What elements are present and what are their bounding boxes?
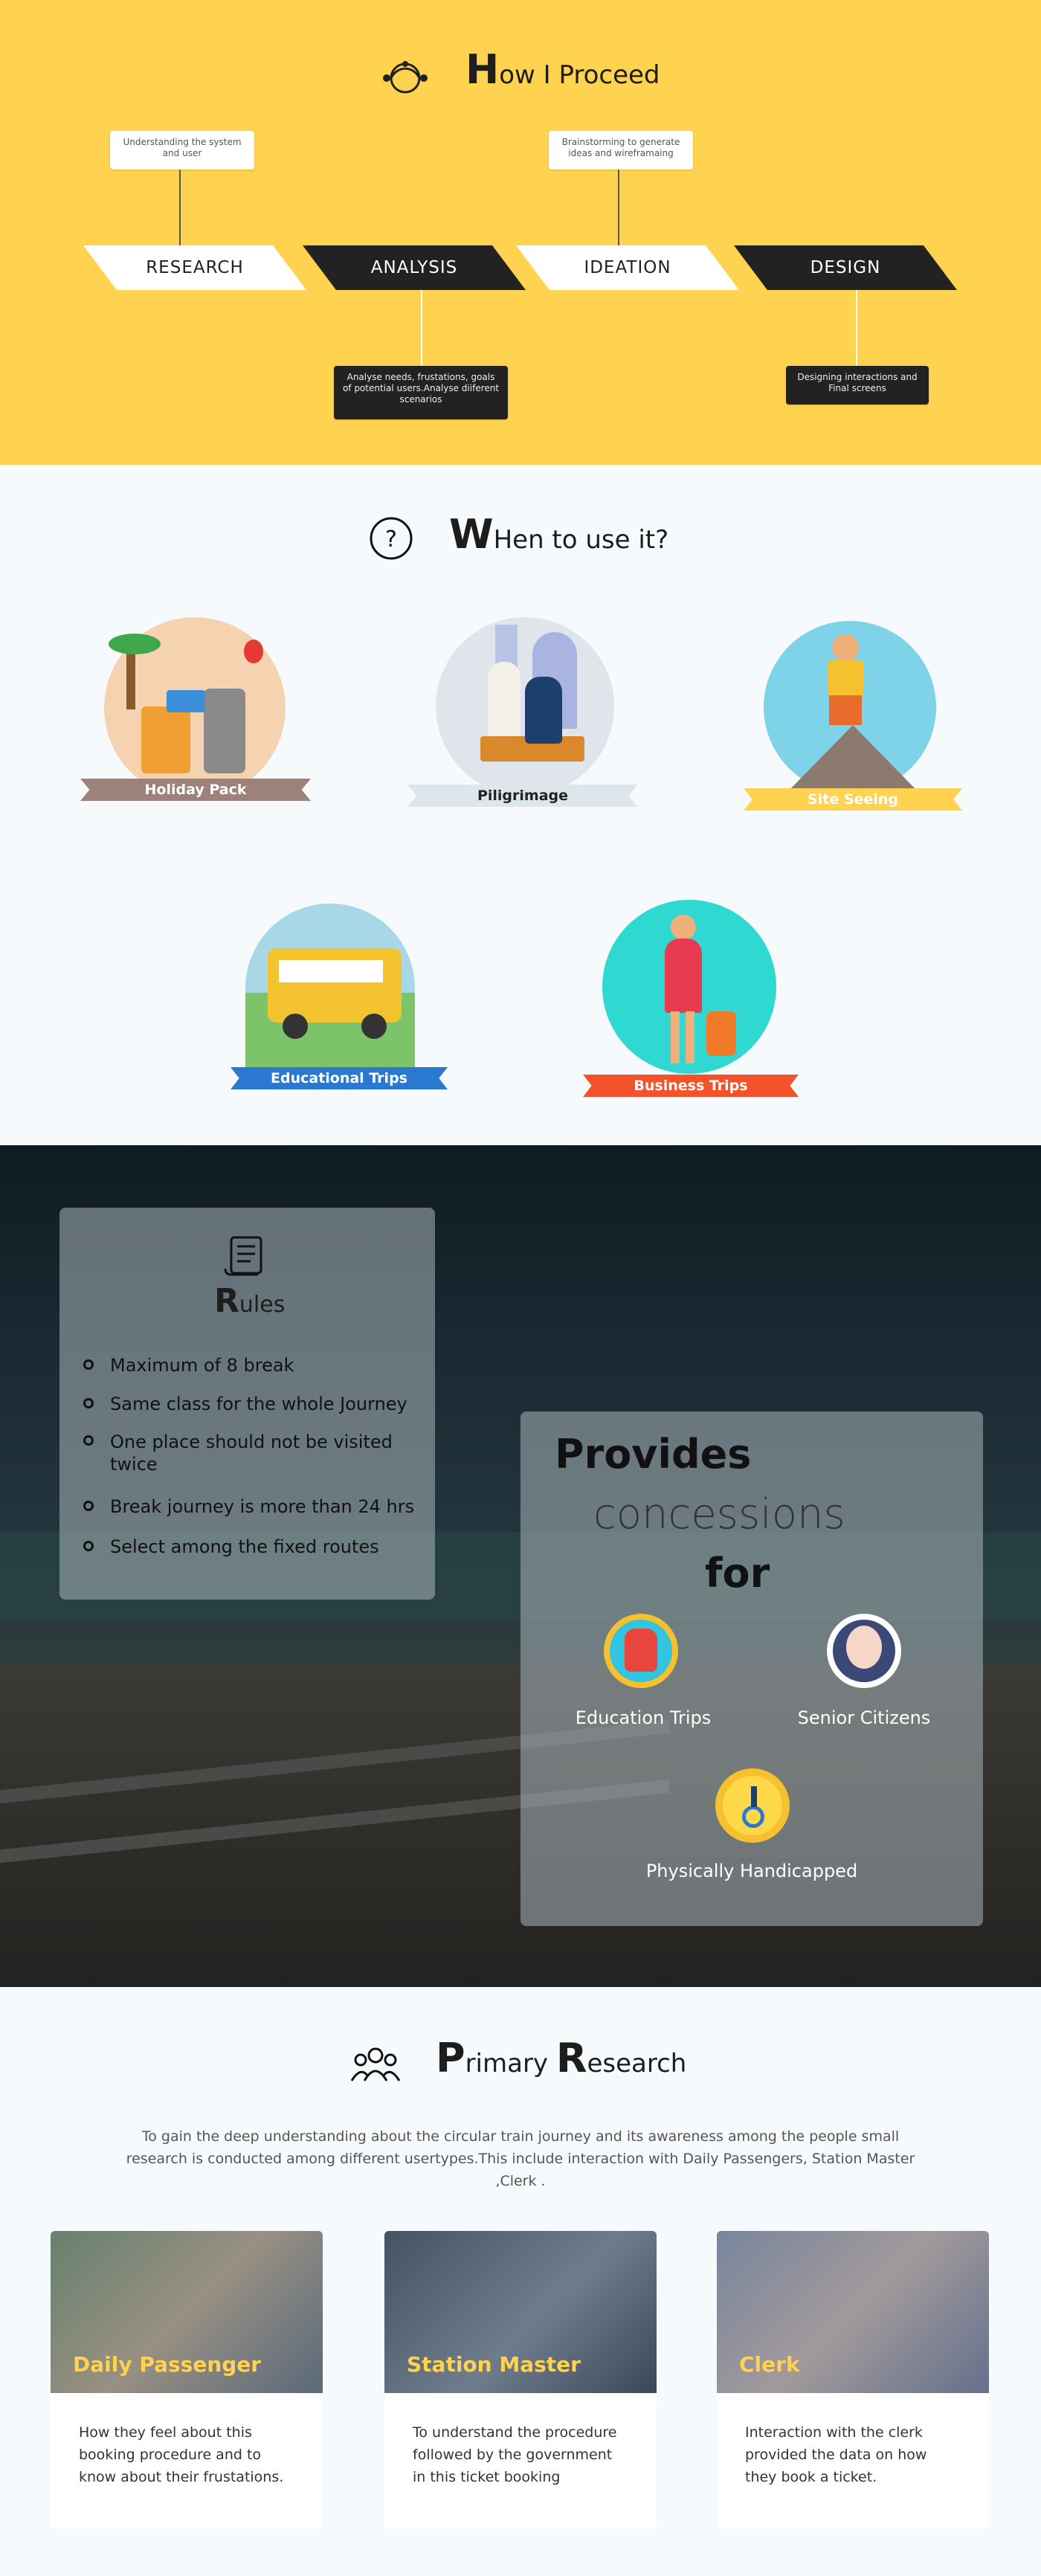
pilgrimage-label: Piligrimage (407, 785, 638, 807)
when-title: WHen to use it? (449, 511, 669, 558)
process-icon (383, 61, 428, 94)
rule-item: Select among the fixed routes (83, 1536, 379, 1557)
elderly-icon (827, 1614, 901, 1688)
card-text: How they feel about this booking procedu… (79, 2424, 284, 2485)
step-design: DESIGN (734, 245, 957, 290)
clerk-photo: Clerk (717, 2231, 989, 2393)
concessions-panel: Provides concessions for Education Trips… (520, 1411, 983, 1926)
holiday-pack-label: Holiday Pack (80, 779, 311, 801)
business-trips-label: Business Trips (583, 1075, 799, 1097)
concessions-heading: concessions (593, 1490, 845, 1539)
scroll-icon (224, 1236, 262, 1276)
provides-heading: Provides (555, 1431, 752, 1478)
card-title: Station Master (407, 2352, 581, 2377)
step-research: RESEARCH (83, 245, 306, 290)
rules-panel: Rules Maximum of 8 break Same class for … (59, 1208, 435, 1600)
business-illustration (602, 900, 776, 1074)
ideation-callout: Brainstorming to generate ideas and wire… (549, 131, 693, 170)
svg-text:?: ? (385, 527, 397, 553)
for-heading: for (705, 1550, 770, 1597)
design-callout: Designing interactions and Final screens (786, 366, 929, 405)
backpack-icon (604, 1614, 678, 1688)
rules-title: Rules (214, 1282, 286, 1320)
physically-handicapped-label: Physically Handicapped (645, 1861, 858, 1881)
rule-item: Same class for the whole Journey (83, 1394, 407, 1414)
step-ideation: IDEATION (516, 245, 739, 290)
when-section: ? WHen to use it? Holiday Pack Piligrima… (0, 465, 1041, 1145)
proceed-section: How I Proceed Understanding the system a… (0, 0, 1041, 465)
card-title: Clerk (739, 2352, 800, 2377)
proceed-title: How I Proceed (465, 46, 660, 93)
wheelchair-icon (715, 1768, 790, 1843)
holiday-illustration (104, 617, 286, 799)
rule-item: One place should not be visited twice (83, 1431, 418, 1475)
research-card: Daily Passenger How they feel about this… (51, 2231, 323, 2528)
senior-citizens-label: Senior Citizens (797, 1707, 931, 1728)
site-seeing-illustration (764, 621, 936, 793)
connector-line (856, 290, 857, 366)
pilgrimage-illustration (436, 617, 614, 796)
rule-item: Break journey is more than 24 hrs (83, 1496, 414, 1517)
question-icon: ? (370, 517, 413, 560)
educational-illustration (245, 904, 415, 1073)
connector-line (179, 170, 181, 245)
analysis-callout: Analyse needs, frustations, goals of pot… (334, 366, 508, 419)
research-card: Station Master To understand the procedu… (384, 2231, 657, 2528)
card-text: Interaction with the clerk provided the … (745, 2424, 927, 2485)
educational-trips-label: Educational Trips (231, 1067, 448, 1089)
research-callout: Understanding the system and user (110, 131, 254, 170)
step-analysis: ANALYSIS (303, 245, 526, 290)
site-seeing-label: Site Seeing (744, 788, 962, 811)
card-title: Daily Passenger (73, 2352, 262, 2377)
daily-passenger-photo: Daily Passenger (51, 2231, 323, 2393)
connector-line (618, 170, 619, 245)
research-title: Primary Research (436, 2035, 687, 2081)
station-master-photo: Station Master (384, 2231, 657, 2393)
research-intro: To gain the deep understanding about the… (126, 2128, 915, 2189)
users-icon (350, 2047, 401, 2081)
connector-line (421, 290, 422, 366)
card-text: To understand the procedure followed by … (413, 2424, 617, 2485)
research-card: Clerk Interaction with the clerk provide… (717, 2231, 989, 2528)
rule-item: Maximum of 8 break (83, 1355, 294, 1376)
education-trips-label: Education Trips (575, 1707, 712, 1728)
